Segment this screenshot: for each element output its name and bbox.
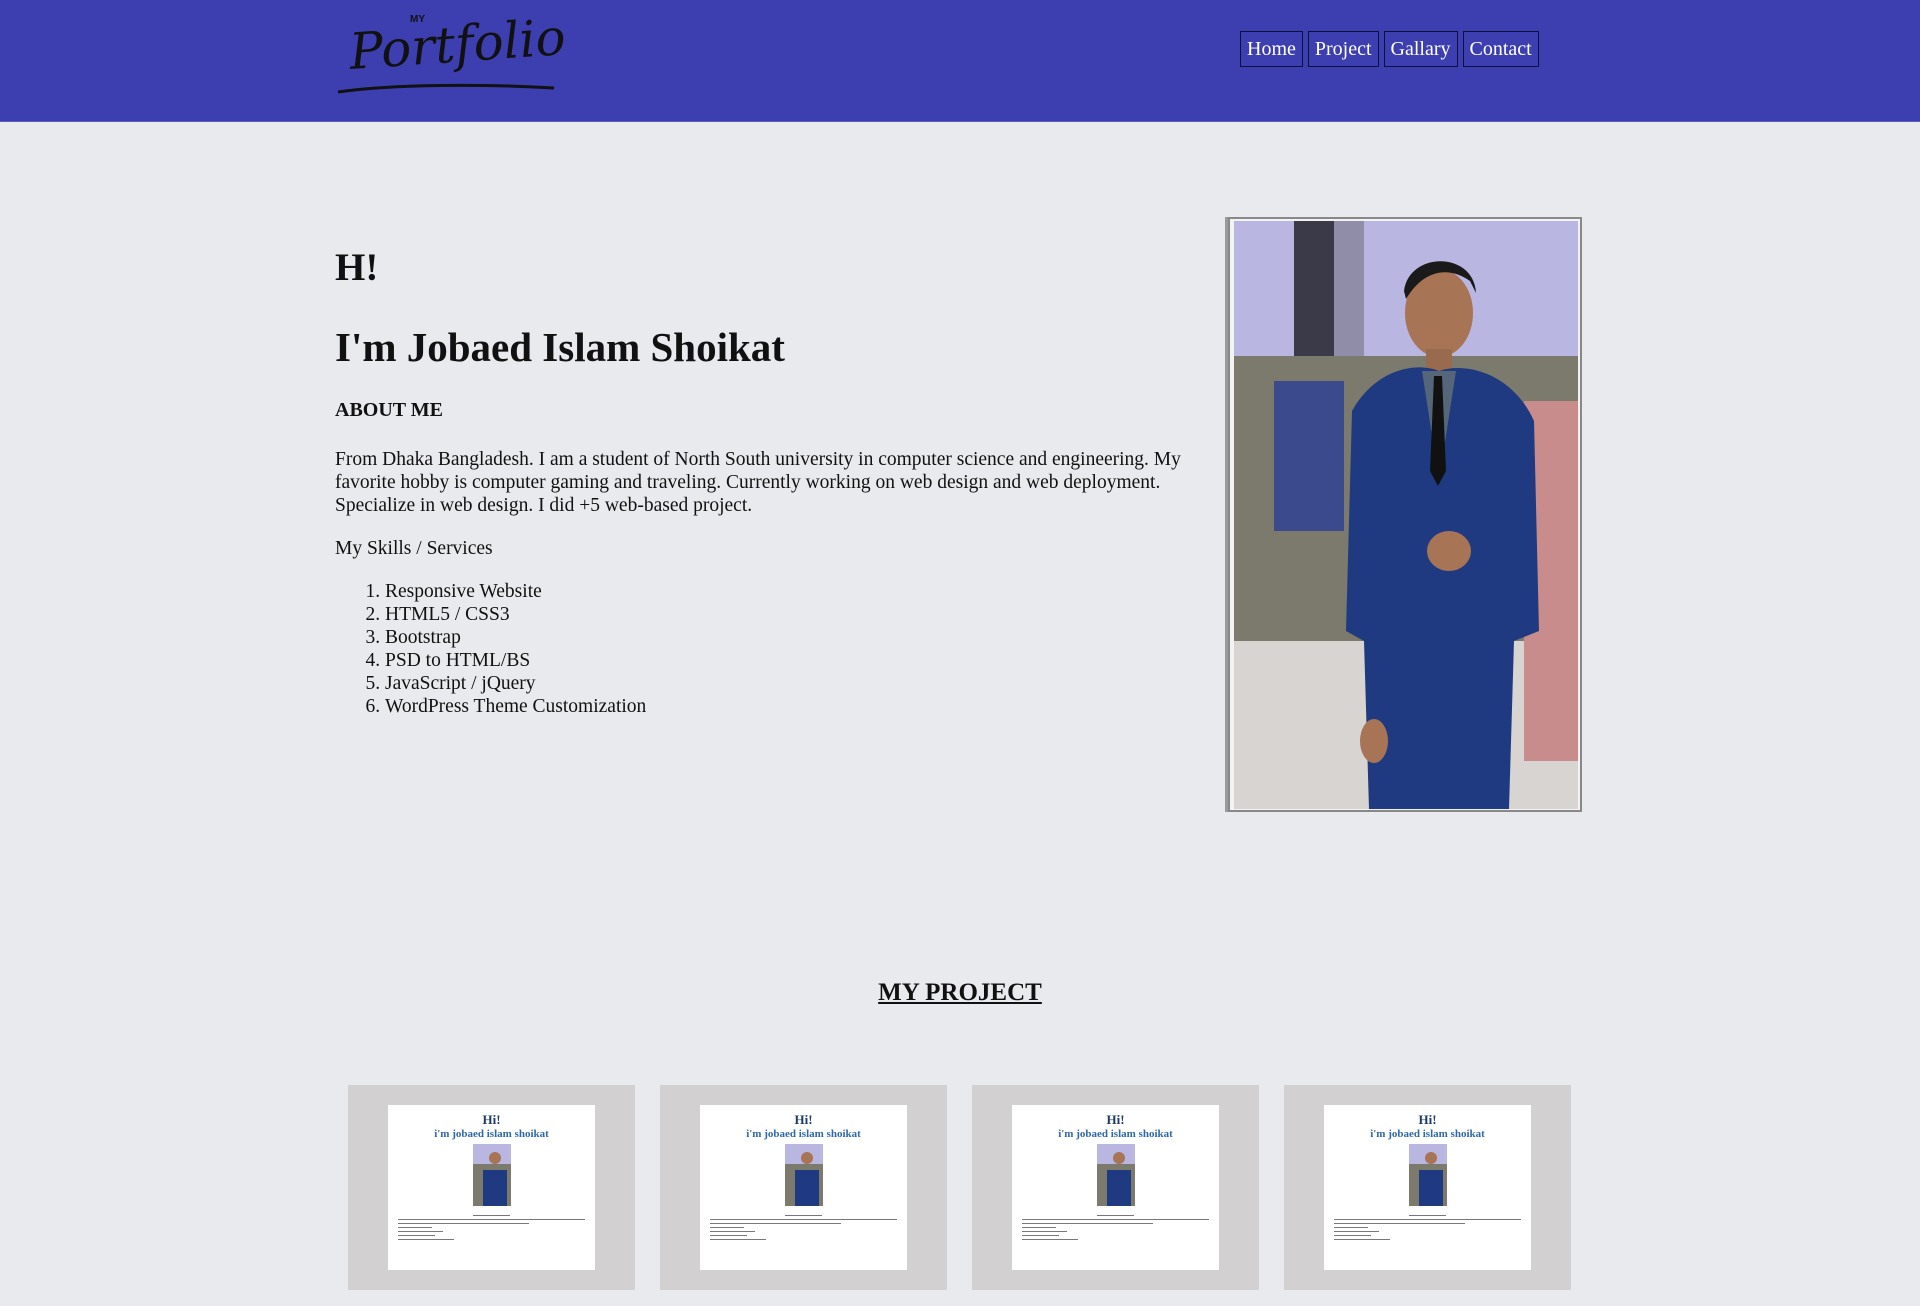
- profile-photo: [1228, 217, 1582, 812]
- about-text: From Dhaka Bangladesh. I am a student of…: [335, 449, 1181, 516]
- project-thumbnail: Hi! i'm jobaed islam shoikat: [1012, 1105, 1219, 1270]
- thumb-name: i'm jobaed islam shoikat: [1370, 1128, 1485, 1140]
- thumb-photo-icon: [472, 1144, 511, 1206]
- skill-item: WordPress Theme Customization: [385, 695, 646, 718]
- thumb-greeting: Hi!: [1106, 1112, 1125, 1127]
- nav-project[interactable]: Project: [1307, 31, 1379, 67]
- skills-heading: My Skills / Services: [335, 538, 493, 559]
- project-card[interactable]: Hi! i'm jobaed islam shoikat: [972, 1085, 1259, 1290]
- main-nav: Home Project Gallary Contact: [1240, 31, 1539, 67]
- thumb-name: i'm jobaed islam shoikat: [434, 1128, 549, 1140]
- nav-gallary[interactable]: Gallary: [1383, 31, 1458, 67]
- thumb-text-lines: [1334, 1215, 1521, 1243]
- profile-photo-image: [1234, 221, 1578, 809]
- thumb-greeting: Hi!: [482, 1112, 501, 1127]
- thumb-photo-icon: [1408, 1144, 1447, 1206]
- skill-item: JavaScript / jQuery: [385, 672, 646, 695]
- navbar: MY MY Portfolio Home Project Gallary Con…: [0, 0, 1920, 122]
- hero-greeting: H!: [335, 246, 379, 289]
- skill-item: Responsive Website: [385, 580, 646, 603]
- portfolio-logo-icon: MY Portfolio: [337, 8, 564, 94]
- skill-item: Bootstrap: [385, 626, 646, 649]
- project-thumbnail: Hi! i'm jobaed islam shoikat: [700, 1105, 907, 1270]
- thumb-text-lines: [710, 1215, 897, 1243]
- nav-home[interactable]: Home: [1240, 31, 1303, 67]
- thumb-photo-icon: [784, 1144, 823, 1206]
- about-heading: ABOUT ME: [335, 399, 443, 421]
- project-grid: Hi! i'm jobaed islam shoikat Hi! i'm job…: [348, 1085, 1571, 1290]
- project-section-title: MY PROJECT: [878, 979, 1042, 1006]
- project-card[interactable]: Hi! i'm jobaed islam shoikat: [660, 1085, 947, 1290]
- thumb-photo-icon: [1096, 1144, 1135, 1206]
- thumb-name: i'm jobaed islam shoikat: [746, 1128, 861, 1140]
- portfolio-logo[interactable]: MY MY Portfolio: [334, 8, 564, 100]
- project-thumbnail: Hi! i'm jobaed islam shoikat: [388, 1105, 595, 1270]
- nav-contact[interactable]: Contact: [1462, 31, 1539, 67]
- thumb-text-lines: [1022, 1215, 1209, 1243]
- thumb-name: i'm jobaed islam shoikat: [1058, 1128, 1173, 1140]
- skill-item: HTML5 / CSS3: [385, 603, 646, 626]
- project-card[interactable]: Hi! i'm jobaed islam shoikat: [348, 1085, 635, 1290]
- thumb-greeting: Hi!: [1418, 1112, 1437, 1127]
- hero-name: I'm Jobaed Islam Shoikat: [335, 324, 785, 370]
- skills-list: Responsive Website HTML5 / CSS3 Bootstra…: [335, 580, 646, 718]
- project-thumbnail: Hi! i'm jobaed islam shoikat: [1324, 1105, 1531, 1270]
- skill-item: PSD to HTML/BS: [385, 649, 646, 672]
- thumb-text-lines: [398, 1215, 585, 1243]
- thumb-greeting: Hi!: [794, 1112, 813, 1127]
- svg-text:Portfolio: Portfolio: [346, 8, 564, 81]
- project-card[interactable]: Hi! i'm jobaed islam shoikat: [1284, 1085, 1571, 1290]
